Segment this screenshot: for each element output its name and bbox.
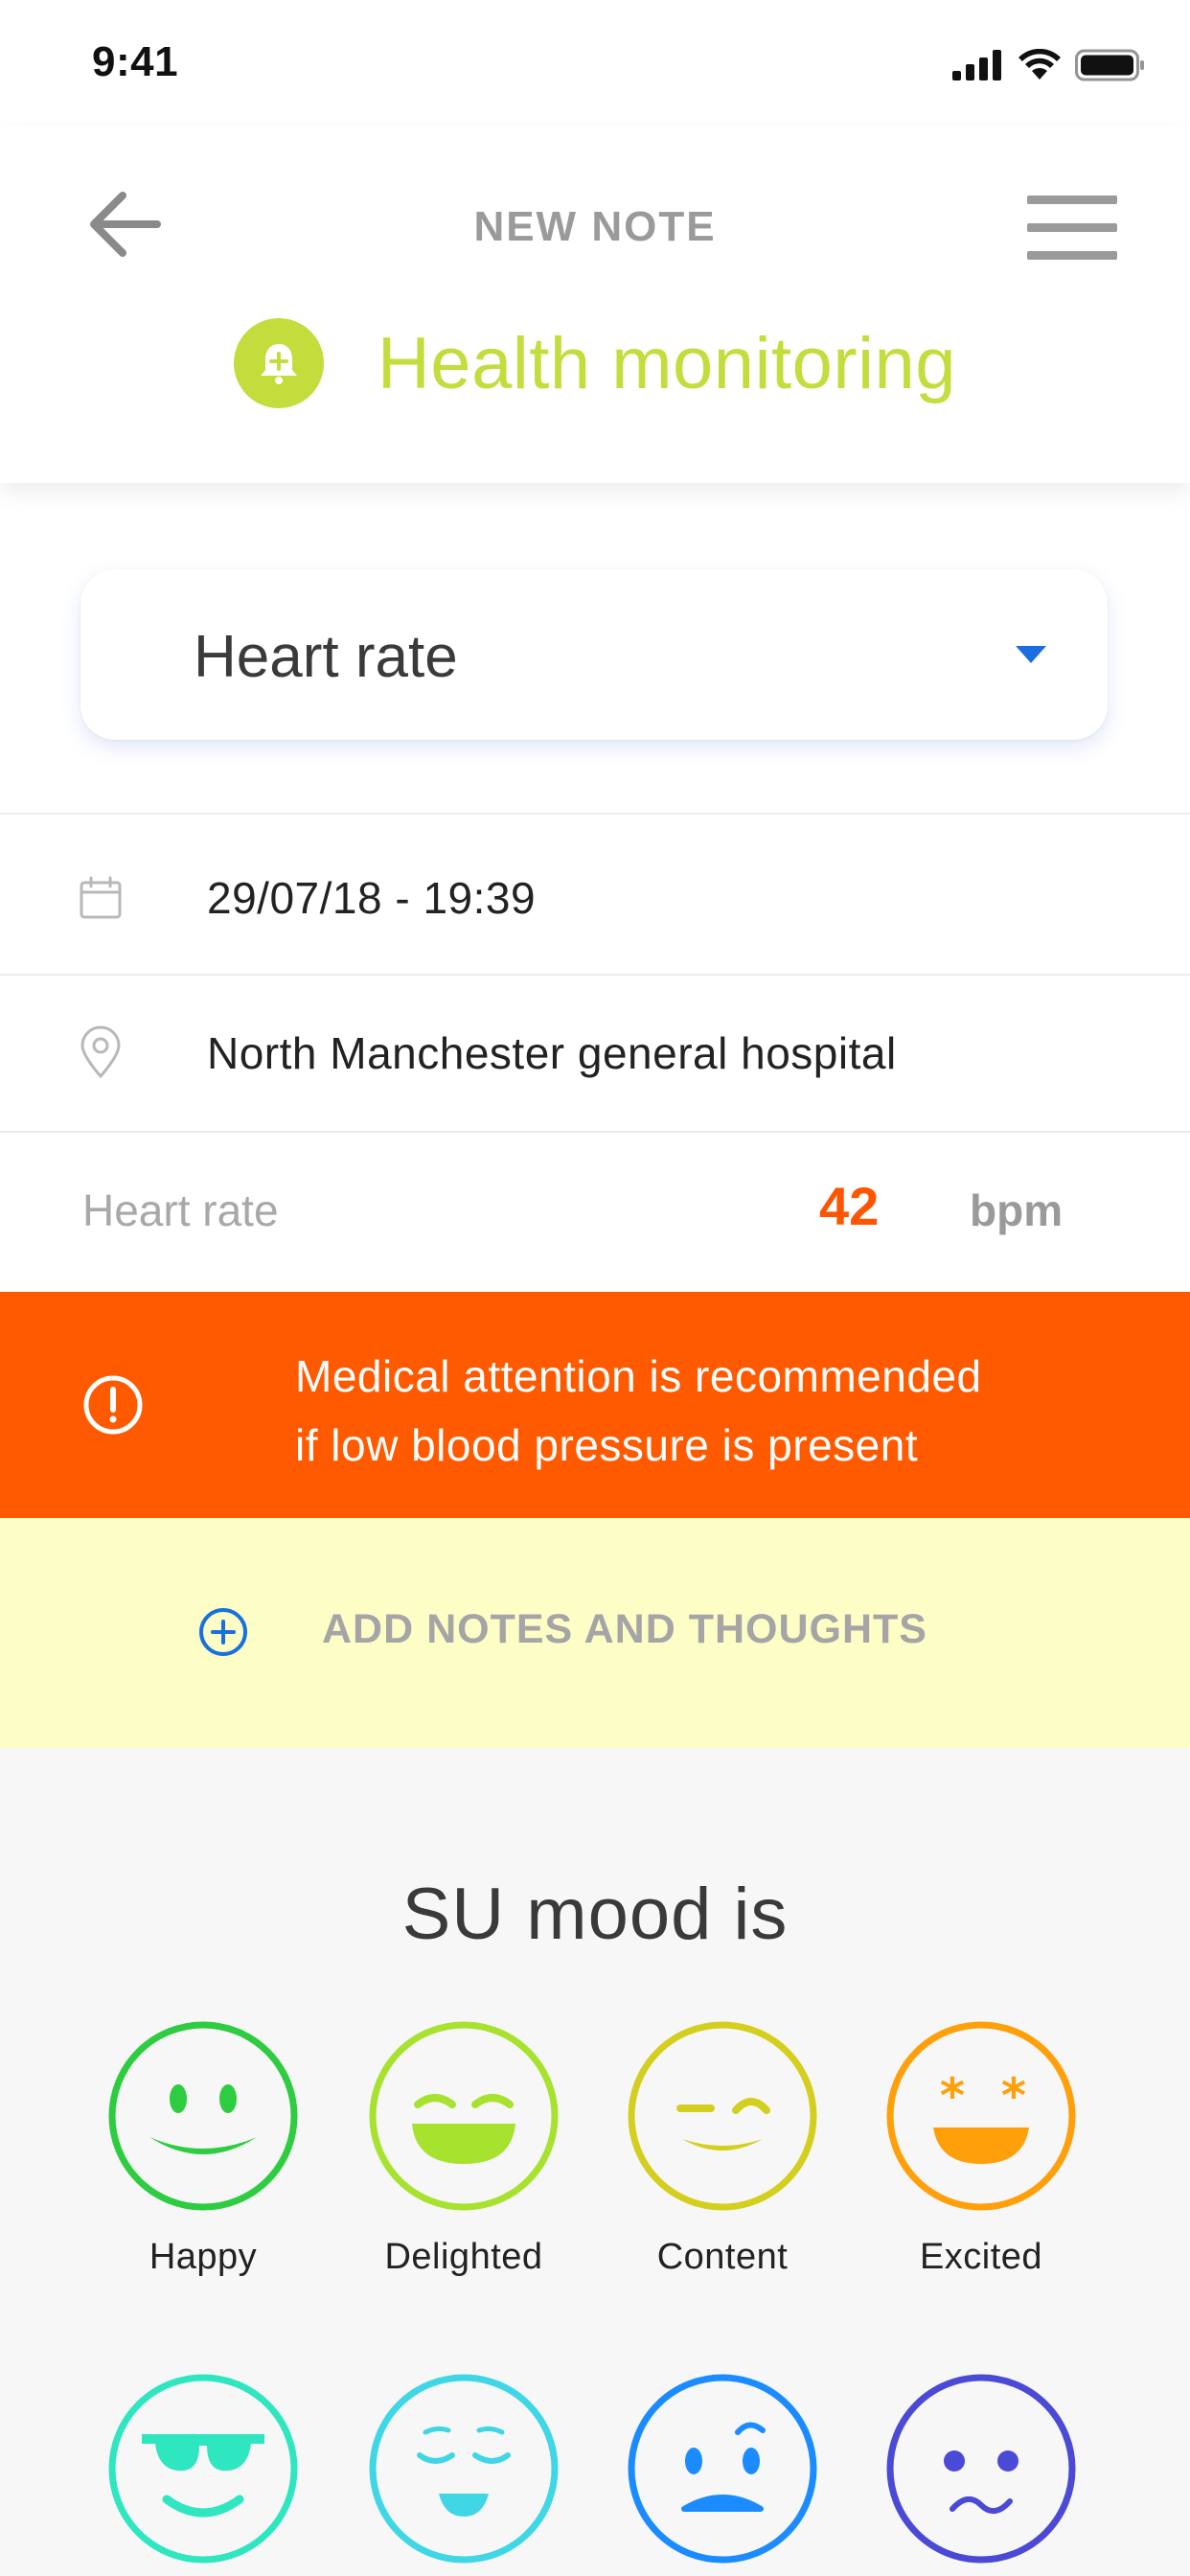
content-face-icon bbox=[628, 2021, 817, 2211]
status-bar: 9:41 bbox=[0, 0, 1190, 126]
mood-label: Delighted bbox=[384, 2237, 543, 2277]
relaxed-face-icon bbox=[369, 2374, 559, 2564]
menu-bar bbox=[1027, 251, 1117, 260]
mood-title: SU mood is bbox=[401, 1874, 789, 1955]
measurement-dropdown[interactable]: Heart rate bbox=[80, 569, 1108, 740]
location-pin-icon bbox=[80, 1025, 121, 1079]
add-notes-label: ADD NOTES AND THOUGHTS bbox=[322, 1606, 927, 1652]
datetime-value: 29/07/18 - 19:39 bbox=[207, 873, 537, 923]
mood-label: Excited bbox=[919, 2237, 1043, 2277]
location-value: North Manchester general hospital bbox=[207, 1028, 897, 1078]
mood-option-delighted[interactable]: Delighted bbox=[368, 2020, 560, 2278]
mood-option-confused[interactable] bbox=[627, 2373, 818, 2564]
alert-banner: Medical attention is recommended if low … bbox=[0, 1292, 1190, 1518]
menu-bar bbox=[1027, 196, 1117, 204]
header: NEW NOTE Health monitoring bbox=[0, 126, 1190, 483]
cool-sunglasses-face-icon bbox=[108, 2374, 298, 2564]
mood-option-relaxed[interactable] bbox=[368, 2373, 560, 2564]
mood-option-excited[interactable]: * * Excited bbox=[885, 2020, 1077, 2278]
caret-down-icon bbox=[1016, 646, 1046, 663]
excited-face-icon: * * bbox=[886, 2021, 1076, 2211]
svg-text:*: * bbox=[940, 2068, 965, 2124]
mood-option-happy[interactable]: Happy bbox=[107, 2020, 299, 2278]
category-title: Health monitoring bbox=[377, 322, 957, 404]
status-icons bbox=[952, 46, 1146, 84]
svg-text:*: * bbox=[1001, 2068, 1026, 2124]
mood-label: Content bbox=[656, 2237, 789, 2277]
category-header: Health monitoring bbox=[0, 318, 1190, 408]
mood-label: Happy bbox=[149, 2237, 258, 2277]
confused-face-icon bbox=[628, 2374, 817, 2564]
bell-plus-icon bbox=[260, 344, 297, 384]
happy-face-icon bbox=[108, 2021, 298, 2211]
alert-circle-icon bbox=[83, 1375, 143, 1435]
alert-message: Medical attention is recommended if low … bbox=[295, 1342, 982, 1480]
page-title: NEW NOTE bbox=[473, 203, 717, 250]
worried-face-icon bbox=[886, 2374, 1076, 2564]
reading-value[interactable]: 42 bbox=[819, 1175, 879, 1237]
signal-icon bbox=[952, 50, 1001, 80]
menu-bar bbox=[1027, 223, 1117, 232]
menu-button[interactable] bbox=[1027, 196, 1117, 260]
alert-line: if low blood pressure is present bbox=[295, 1420, 919, 1470]
location-row[interactable]: North Manchester general hospital bbox=[0, 974, 1190, 1131]
dropdown-value: Heart rate bbox=[194, 624, 458, 690]
mood-option-cool[interactable] bbox=[107, 2373, 299, 2564]
mood-option-content[interactable]: Content bbox=[627, 2020, 818, 2278]
alert-line: Medical attention is recommended bbox=[295, 1351, 982, 1401]
mood-option-worried[interactable] bbox=[885, 2373, 1077, 2564]
add-circle-icon bbox=[199, 1608, 247, 1656]
wifi-icon bbox=[1018, 49, 1061, 80]
reading-unit: bpm bbox=[970, 1185, 1064, 1235]
battery-icon bbox=[1075, 49, 1144, 81]
reading-row[interactable]: Heart rate 42 bpm bbox=[0, 1131, 1190, 1292]
delighted-face-icon bbox=[369, 2021, 559, 2211]
mood-section: SU mood is Happy Delighted Content * * E… bbox=[0, 1748, 1190, 2576]
add-notes-button[interactable]: ADD NOTES AND THOUGHTS bbox=[0, 1518, 1190, 1748]
category-icon bbox=[233, 318, 324, 408]
reading-label: Heart rate bbox=[82, 1185, 279, 1235]
calendar-icon bbox=[80, 876, 122, 919]
datetime-row[interactable]: 29/07/18 - 19:39 bbox=[0, 813, 1190, 974]
status-time: 9:41 bbox=[92, 38, 179, 85]
